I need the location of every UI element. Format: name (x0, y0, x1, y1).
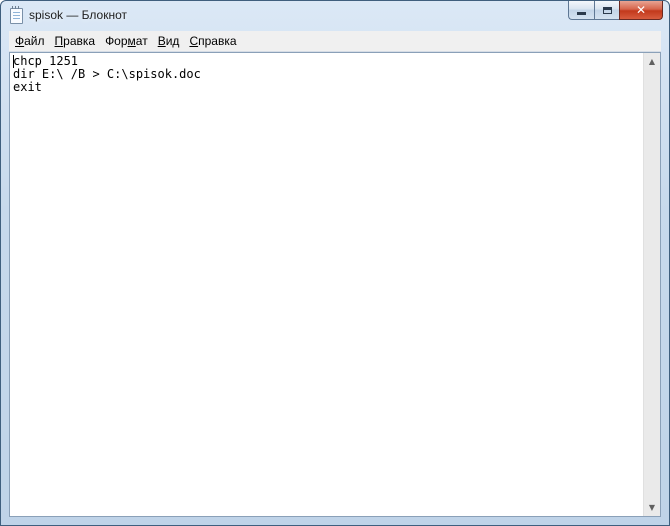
menu-format-label-end: ат (135, 34, 148, 48)
menu-help-accel: С (189, 34, 199, 48)
close-icon: ✕ (635, 3, 647, 17)
menu-view-accel: В (157, 34, 166, 48)
menu-format[interactable]: Формат (100, 31, 153, 51)
text-caret (13, 55, 14, 68)
notepad-app-icon[interactable] (10, 6, 23, 24)
menu-edit-label: равка (63, 34, 96, 48)
scroll-down-arrow-icon[interactable]: ▼ (644, 499, 660, 516)
menu-edit-accel: П (54, 34, 64, 48)
menu-help-label: правка (198, 34, 237, 48)
menu-file-label: айл (24, 34, 45, 48)
text-editor[interactable]: chcp 1251 dir E:\ /B > C:\spisok.doc exi… (10, 53, 643, 516)
close-button[interactable]: ✕ (619, 1, 663, 20)
menu-file-accel: Ф (15, 34, 25, 48)
minimize-icon (577, 11, 586, 15)
notepad-window: spisok — Блокнот ✕ Файл Правка Формат Ви… (0, 0, 670, 526)
window-title: spisok — Блокнот (29, 8, 128, 22)
vertical-scrollbar[interactable]: ▲ ▼ (643, 53, 660, 516)
title-bar[interactable]: spisok — Блокнот ✕ (1, 1, 669, 30)
menu-format-label-start: Фор (105, 34, 128, 48)
menu-view[interactable]: Вид (153, 31, 185, 51)
scroll-up-arrow-icon[interactable]: ▲ (644, 53, 660, 70)
menu-file[interactable]: Файл (9, 31, 50, 51)
maximize-button[interactable] (594, 1, 619, 20)
menu-view-label: ид (165, 34, 180, 48)
menu-format-accel: м (127, 34, 136, 48)
editor-pane: chcp 1251 dir E:\ /B > C:\spisok.doc exi… (9, 52, 661, 517)
menu-edit[interactable]: Правка (50, 31, 101, 51)
minimize-button[interactable] (568, 1, 594, 20)
caption-buttons: ✕ (568, 1, 663, 20)
maximize-icon (602, 6, 612, 14)
menu-bar: Файл Правка Формат Вид Справка (9, 31, 661, 52)
menu-help[interactable]: Справка (184, 31, 241, 51)
